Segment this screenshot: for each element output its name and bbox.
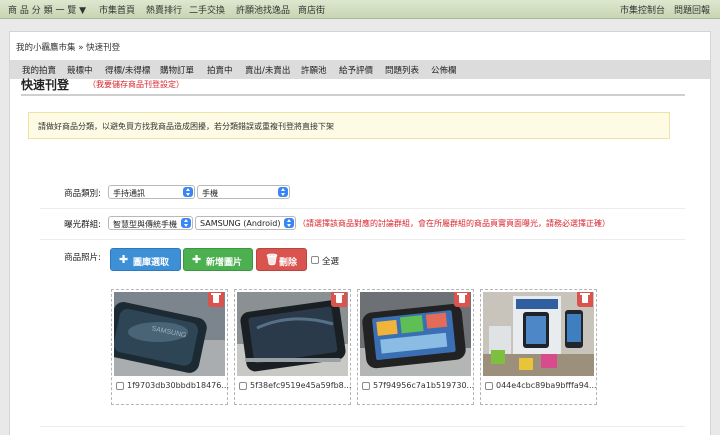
- title-divider: [21, 94, 685, 96]
- exposure-group-hint: （請選擇該商品對應的討論群組，會在所屬群組的商品頁實頁面曝光，請務必選擇正確）: [298, 219, 610, 228]
- top-link-report-issue[interactable]: 問題回報: [674, 3, 710, 16]
- delete-photo-button[interactable]: [577, 292, 593, 307]
- notice-box: 請做好商品分類，以避免買方找我商品造成困擾，若分類錯誤或重複刊登將直接下架: [28, 112, 670, 139]
- exposure-secondary-select[interactable]: SAMSUNG (Android): [195, 216, 296, 230]
- category-primary-value: 手持通訊: [113, 189, 145, 198]
- exposure-group-label: 曝光群組:: [64, 220, 101, 230]
- add-image-button[interactable]: ✚ 新增圖片: [183, 248, 253, 271]
- exposure-primary-value: 智慧型與傳統手機: [113, 220, 177, 229]
- delete-photo-button[interactable]: [454, 292, 470, 307]
- trash-icon: [334, 293, 344, 303]
- nav-question-list[interactable]: 問題列表: [385, 64, 419, 76]
- row-divider: [40, 208, 685, 209]
- photos-label: 商品照片:: [64, 253, 101, 263]
- delete-photo-button[interactable]: [331, 292, 347, 307]
- seller-nav-bar: 我的拍賣 競標中 得標/未得標 購物訂單 拍賣中 賣出/未賣出 許願池 給予評價…: [10, 60, 710, 79]
- photo-card: 5f38efc9519e45a59fb8...: [234, 289, 351, 405]
- nav-give-rating[interactable]: 給予評價: [339, 64, 373, 76]
- photo-card: 57f94956c7a1b519730...: [357, 289, 474, 405]
- plus-icon: ✚: [192, 253, 202, 266]
- nav-sold-unsold[interactable]: 賣出/未賣出: [245, 64, 290, 76]
- page-title: 快速刊登: [21, 78, 70, 92]
- category-label: 商品類別:: [64, 189, 101, 199]
- photo-filename: 044e4cbc89ba9bfffa94...: [496, 381, 597, 390]
- delete-images-button[interactable]: 🗑 刪除: [256, 248, 307, 271]
- top-link-market-home[interactable]: 市集首頁: [99, 3, 135, 16]
- trash-icon: 🗑: [265, 253, 279, 266]
- category-menu-dropdown[interactable]: 商 品 分 類 一 覽 ▼: [8, 3, 86, 16]
- breadcrumb-home-link[interactable]: 我的小靏鷹市集: [16, 43, 76, 53]
- nav-purchase-orders[interactable]: 購物訂單: [160, 64, 194, 76]
- breadcrumb-current: 快速刊登: [86, 43, 121, 53]
- nav-selling[interactable]: 拍賣中: [207, 64, 233, 76]
- notice-text: 請做好商品分類，以避免買方找我商品造成困擾，若分類錯誤或重複刊登將直接下架: [38, 122, 334, 131]
- category-secondary-value: 手機: [202, 189, 218, 198]
- photo-card: SAMSUNG 1f9703db30bbdb18476...: [111, 289, 229, 405]
- row-divider: [40, 426, 685, 427]
- nav-bidding[interactable]: 競標中: [67, 64, 93, 76]
- photo-checkbox[interactable]: [116, 382, 124, 390]
- save-listing-settings-link[interactable]: （我要儲存商品刊登設定）: [88, 79, 184, 90]
- photo-checkbox[interactable]: [239, 382, 247, 390]
- row-divider: [40, 239, 685, 240]
- select-all-label: 全選: [322, 257, 340, 267]
- top-link-market-console[interactable]: 市集控制台: [620, 3, 665, 16]
- nav-bulletin[interactable]: 公佈欄: [431, 64, 457, 76]
- top-link-shop-street[interactable]: 商店街: [298, 3, 325, 16]
- breadcrumb-separator: »: [78, 43, 84, 53]
- nav-won-lost[interactable]: 得標/未得標: [105, 64, 150, 76]
- exposure-secondary-value: SAMSUNG (Android): [200, 219, 281, 228]
- nav-wishing-pool[interactable]: 許願池: [301, 64, 327, 76]
- breadcrumb: 我的小靏鷹市集 » 快速刊登: [16, 41, 120, 53]
- select-arrows-icon: [183, 187, 193, 197]
- select-arrows-icon: [181, 218, 191, 228]
- library-select-button[interactable]: ✚ 圖庫選取: [110, 248, 181, 271]
- photo-filename: 57f94956c7a1b519730...: [373, 381, 475, 390]
- category-secondary-select[interactable]: 手機: [197, 185, 290, 199]
- photo-filename: 5f38efc9519e45a59fb8...: [250, 381, 352, 390]
- top-link-hot-ranking[interactable]: 熱賣排行: [146, 3, 182, 16]
- trash-icon: [457, 293, 467, 303]
- trash-icon: [211, 293, 221, 303]
- nav-my-auctions[interactable]: 我的拍賣: [22, 64, 56, 76]
- select-arrows-icon: [278, 187, 288, 197]
- photo-filename: 1f9703db30bbdb18476...: [127, 381, 229, 390]
- select-arrows-icon: [284, 218, 294, 228]
- exposure-primary-select[interactable]: 智慧型與傳統手機: [108, 216, 193, 230]
- top-menu-bar: 商 品 分 類 一 覽 ▼ 市集首頁 熱賣排行 二手交換 許願池找逸品 商店街 …: [0, 0, 720, 19]
- top-link-second-hand[interactable]: 二手交換: [189, 3, 225, 16]
- top-link-wishing-pool[interactable]: 許願池找逸品: [236, 3, 290, 16]
- photo-card: 044e4cbc89ba9bfffa94...: [480, 289, 597, 405]
- category-primary-select[interactable]: 手持通訊: [108, 185, 195, 199]
- plus-icon: ✚: [119, 253, 129, 266]
- photo-checkbox[interactable]: [485, 382, 493, 390]
- select-all-checkbox[interactable]: [311, 256, 319, 264]
- photo-checkbox[interactable]: [362, 382, 370, 390]
- trash-icon: [580, 293, 590, 303]
- delete-photo-button[interactable]: [208, 292, 224, 307]
